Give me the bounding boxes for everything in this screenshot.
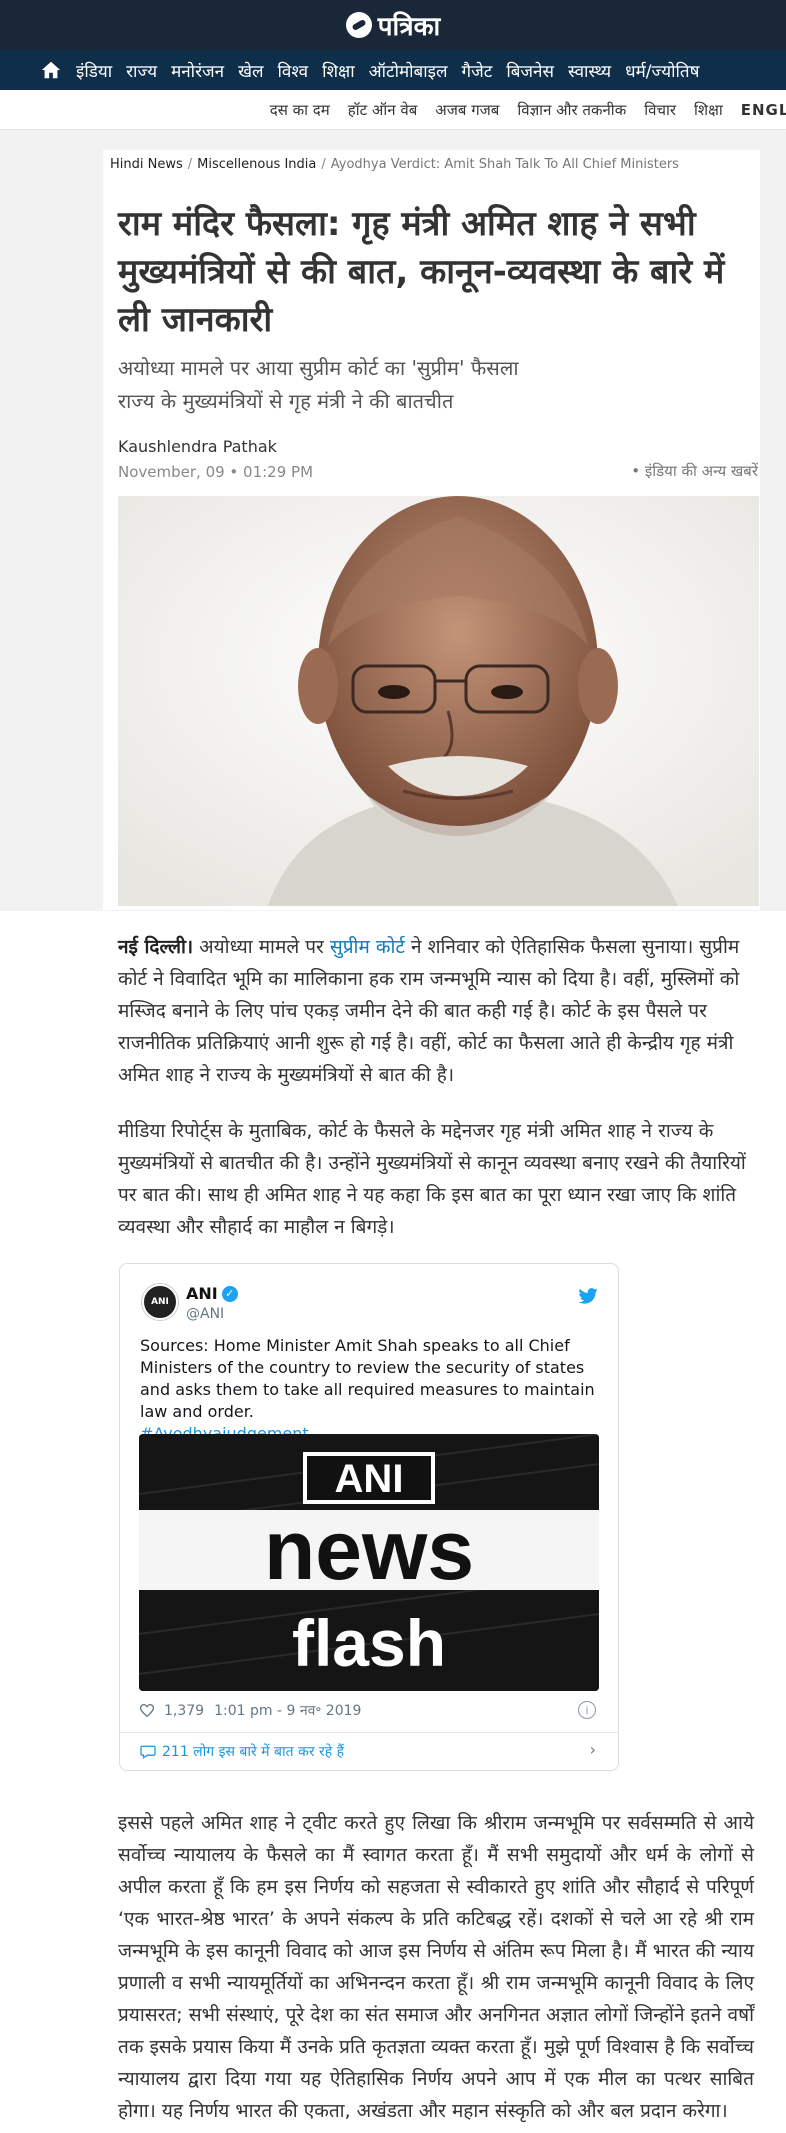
- main-nav: इंडिया राज्य मनोरंजन खेल विश्व शिक्षा ऑट…: [0, 50, 786, 90]
- breadcrumb-separator: /: [321, 157, 326, 172]
- news-flash-graphic: ANI news flash: [139, 1434, 599, 1691]
- article-date: November, 09 • 01:29 PM: [118, 463, 314, 481]
- subnav-item-science-tech[interactable]: विज्ञान और तकनीक: [517, 100, 626, 120]
- tweet-text: Sources: Home Minister Amit Shah speaks …: [140, 1335, 610, 1445]
- subhead-line-2: राज्य के मुख्यमंत्रियों से गृह मंत्री ने…: [118, 389, 454, 413]
- comment-icon: [140, 1745, 156, 1759]
- article-paragraph-2: मीडिया रिपोर्ट्स के मुताबिक, कोर्ट के फै…: [118, 1120, 746, 1238]
- nav-item-health[interactable]: स्वास्थ्य: [568, 59, 611, 82]
- subhead-line-1: अयोध्या मामले पर आया सुप्रीम कोर्ट का 'स…: [118, 356, 519, 380]
- subnav-item-opinion[interactable]: विचार: [644, 100, 676, 120]
- subnav-item-english[interactable]: ENGLI: [741, 101, 786, 119]
- home-icon[interactable]: [40, 59, 62, 81]
- tweet-conversation-link[interactable]: 211 लोग इस बारे में बात कर रहे हैं: [140, 1742, 344, 1761]
- nav-item-sports[interactable]: खेल: [238, 59, 263, 82]
- tweet-avatar[interactable]: ANI: [142, 1284, 178, 1320]
- subnav-item-ajab-gajab[interactable]: अजब गजब: [435, 100, 499, 120]
- nav-item-gadget[interactable]: गैजेट: [462, 59, 493, 82]
- breadcrumb-current: Ayodhya Verdict: Amit Shah Talk To All C…: [330, 157, 679, 172]
- tweet-conversation-text: 211 लोग इस बारे में बात कर रहे हैं: [162, 1744, 345, 1760]
- paragraph-text: ने शनिवार को ऐतिहासिक फैसला सुनाया। सुप्…: [118, 936, 740, 1086]
- subnav-item-education[interactable]: शिक्षा: [694, 100, 723, 120]
- sub-nav: दस का दम हॉट ऑन वेब अजब गजब विज्ञान और त…: [0, 90, 786, 130]
- subnav-item-hot-on-web[interactable]: हॉट ऑन वेब: [348, 100, 418, 120]
- nav-item-world[interactable]: विश्व: [278, 59, 309, 82]
- twitter-bird-icon[interactable]: [578, 1288, 598, 1304]
- top-bar: पत्रिका: [0, 0, 786, 50]
- nav-item-education[interactable]: शिक्षा: [322, 59, 355, 82]
- breadcrumb-hindi-news[interactable]: Hindi News: [110, 157, 183, 172]
- tweet-body: Sources: Home Minister Amit Shah speaks …: [140, 1336, 595, 1421]
- nav-item-automobile[interactable]: ऑटोमोबाइल: [369, 59, 448, 82]
- nav-item-state[interactable]: राज्य: [126, 59, 157, 82]
- subnav-item-das-ka-dum[interactable]: दस का दम: [270, 100, 330, 120]
- nav-item-religion[interactable]: धर्म/ज्योतिष: [625, 59, 699, 82]
- site-name: पत्रिका: [377, 12, 441, 42]
- paragraph-text: अयोध्या मामले पर: [193, 936, 330, 958]
- media-news-text: news: [264, 1503, 474, 1597]
- tweet-stats: 1,379 1:01 pm - 9 नव॰ 2019: [140, 1701, 361, 1720]
- embedded-tweet[interactable]: ANI ANI ✓ @ANI Sources: Home Minister Am…: [119, 1263, 619, 1771]
- article-dateline: नई दिल्ली।: [118, 936, 194, 958]
- verified-icon: ✓: [221, 1285, 238, 1302]
- site-logo[interactable]: पत्रिका: [345, 7, 441, 43]
- hero-image: [118, 496, 759, 906]
- nav-item-entertainment[interactable]: मनोरंजन: [171, 59, 224, 82]
- info-icon[interactable]: i: [578, 1701, 596, 1719]
- article-author[interactable]: Kaushlendra Pathak: [118, 437, 277, 456]
- nav-item-business[interactable]: बिजनेस: [506, 59, 554, 82]
- more-india-news-link[interactable]: • इंडिया की अन्य खबरें: [631, 461, 758, 481]
- article-paragraph-3: इससे पहले अमित शाह ने ट्वीट करते हुए लिख…: [118, 1812, 754, 2122]
- breadcrumb-misc-india[interactable]: Miscellenous India: [197, 157, 316, 172]
- tweet-author-name[interactable]: ANI ✓: [186, 1284, 238, 1303]
- logo-icon: [345, 12, 372, 38]
- supreme-court-link[interactable]: सुप्रीम कोर्ट: [330, 936, 405, 958]
- hero-portrait: [118, 496, 759, 906]
- tweet-like-count[interactable]: 1,379: [164, 1703, 204, 1719]
- tweet-timestamp[interactable]: 1:01 pm - 9 नव॰ 2019: [214, 1701, 361, 1720]
- article-headline: राम मंदिर फैसला: गृह मंत्री अमित शाह ने …: [118, 204, 725, 340]
- breadcrumb-separator: /: [187, 157, 193, 172]
- article-subhead: अयोध्या मामले पर आया सुप्रीम कोर्ट का 'स…: [118, 352, 758, 418]
- tweet-handle[interactable]: @ANI: [186, 1306, 224, 1322]
- media-ani-text: ANI: [335, 1457, 404, 1501]
- tweet-divider: [120, 1732, 618, 1733]
- article-paragraph-1: नई दिल्ली। अयोध्या मामले पर सुप्रीम कोर्…: [118, 931, 754, 1091]
- breadcrumb: Hindi News / Miscellenous India / Ayodhya Ve…: [110, 157, 679, 172]
- media-flash-text: flash: [292, 1606, 446, 1680]
- heart-icon[interactable]: [140, 1704, 154, 1717]
- tweet-media-image[interactable]: ANI news flash: [139, 1434, 599, 1691]
- tweet-name-text: ANI: [186, 1284, 218, 1303]
- nav-item-india[interactable]: इंडिया: [76, 59, 112, 82]
- chevron-right-icon[interactable]: ›: [590, 1740, 596, 1759]
